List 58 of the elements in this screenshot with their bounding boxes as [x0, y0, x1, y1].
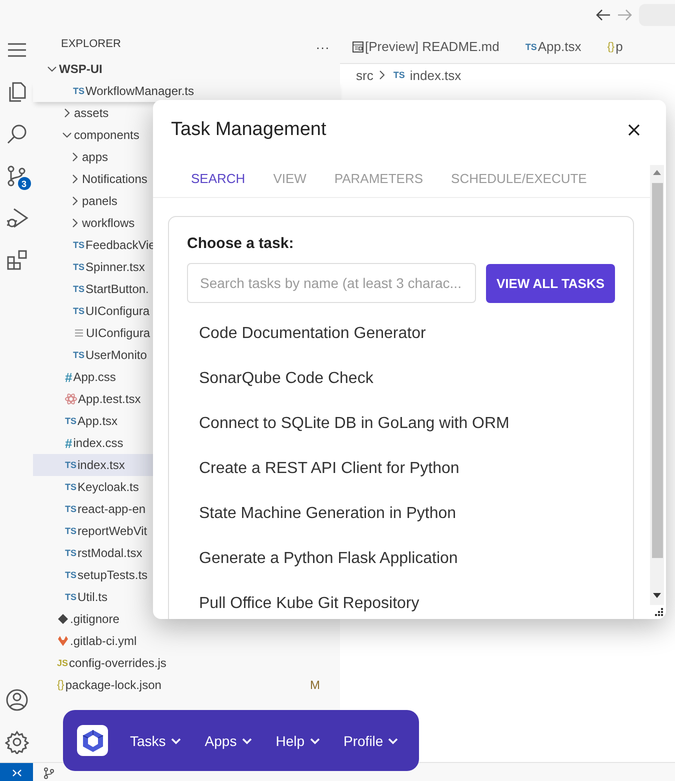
file-type-icon: TS	[65, 482, 77, 492]
file-name: components	[74, 128, 140, 142]
modified-marker: M	[310, 678, 320, 692]
file-type-icon: #	[65, 370, 72, 384]
file-type-icon: TS	[65, 416, 77, 426]
file-name: UIConfigura	[86, 304, 150, 318]
file-name: StartButton.	[86, 282, 149, 296]
file-type-icon: TS	[73, 240, 85, 250]
file-name: setupTests.ts	[78, 568, 148, 582]
file-type-icon: TS	[65, 592, 77, 602]
file-type-icon: TS	[65, 526, 77, 536]
file-type-icon: TS	[65, 504, 77, 514]
dialog-title: Task Management	[171, 119, 326, 142]
file-name: WSP-UI	[59, 62, 102, 76]
file-name: reportWebVit	[78, 524, 148, 538]
file-type-icon: TS	[73, 306, 85, 316]
file-type-icon: TS	[73, 262, 85, 272]
file-name: FeedbackVie	[86, 238, 156, 252]
file-name: workflows	[82, 216, 135, 230]
file-name: react-app-en	[78, 502, 146, 516]
file-name: Notifications	[82, 172, 148, 186]
file-type-icon: TS	[393, 70, 405, 80]
file-name: Util.ts	[78, 590, 108, 604]
file-name: UIConfigura	[86, 326, 150, 340]
file-name: config-overrides.js	[69, 656, 166, 670]
file-type-icon: JS	[57, 658, 68, 668]
tab-label: [Preview] README.md	[365, 39, 500, 54]
tab-label: App.tsx	[538, 39, 582, 54]
panel-title: EXPLORER	[61, 38, 121, 50]
file-type-icon: TS	[65, 570, 77, 580]
file-name: App.tsx	[78, 414, 118, 428]
file-name: .gitlab-ci.yml	[70, 634, 137, 648]
file-name: assets	[74, 106, 109, 120]
file-name: UserMonito	[86, 348, 147, 362]
file-type-icon: {}	[57, 679, 64, 691]
file-type-icon: #	[65, 436, 72, 450]
count-badge: 3	[18, 177, 30, 190]
file-type-icon: TS	[73, 350, 85, 360]
file-name: App.test.tsx	[78, 392, 141, 406]
file-name: WorkflowManager.ts	[86, 84, 194, 98]
file-name: apps	[82, 150, 108, 164]
section-label: Choose a task:	[187, 235, 295, 252]
file-type-icon: TS	[525, 42, 537, 52]
file-name: .gitignore	[70, 612, 120, 626]
file-type-icon: TS	[65, 548, 77, 558]
file-name: Spinner.tsx	[86, 260, 145, 274]
file-name: package-lock.json	[65, 678, 162, 692]
file-type-icon: TS	[73, 284, 85, 294]
tab-label: p	[616, 39, 623, 54]
file-name: rstModal.tsx	[78, 546, 142, 560]
file-type-icon: TS	[73, 86, 85, 96]
file-type-icon: TS	[65, 460, 77, 470]
file-name: index.css	[73, 436, 124, 450]
file-name: panels	[82, 194, 118, 208]
file-type-icon: {}	[607, 40, 615, 52]
file-name: App.css	[73, 370, 116, 384]
file-name: index.tsx	[78, 458, 125, 472]
file-name: Keycloak.ts	[78, 480, 139, 494]
